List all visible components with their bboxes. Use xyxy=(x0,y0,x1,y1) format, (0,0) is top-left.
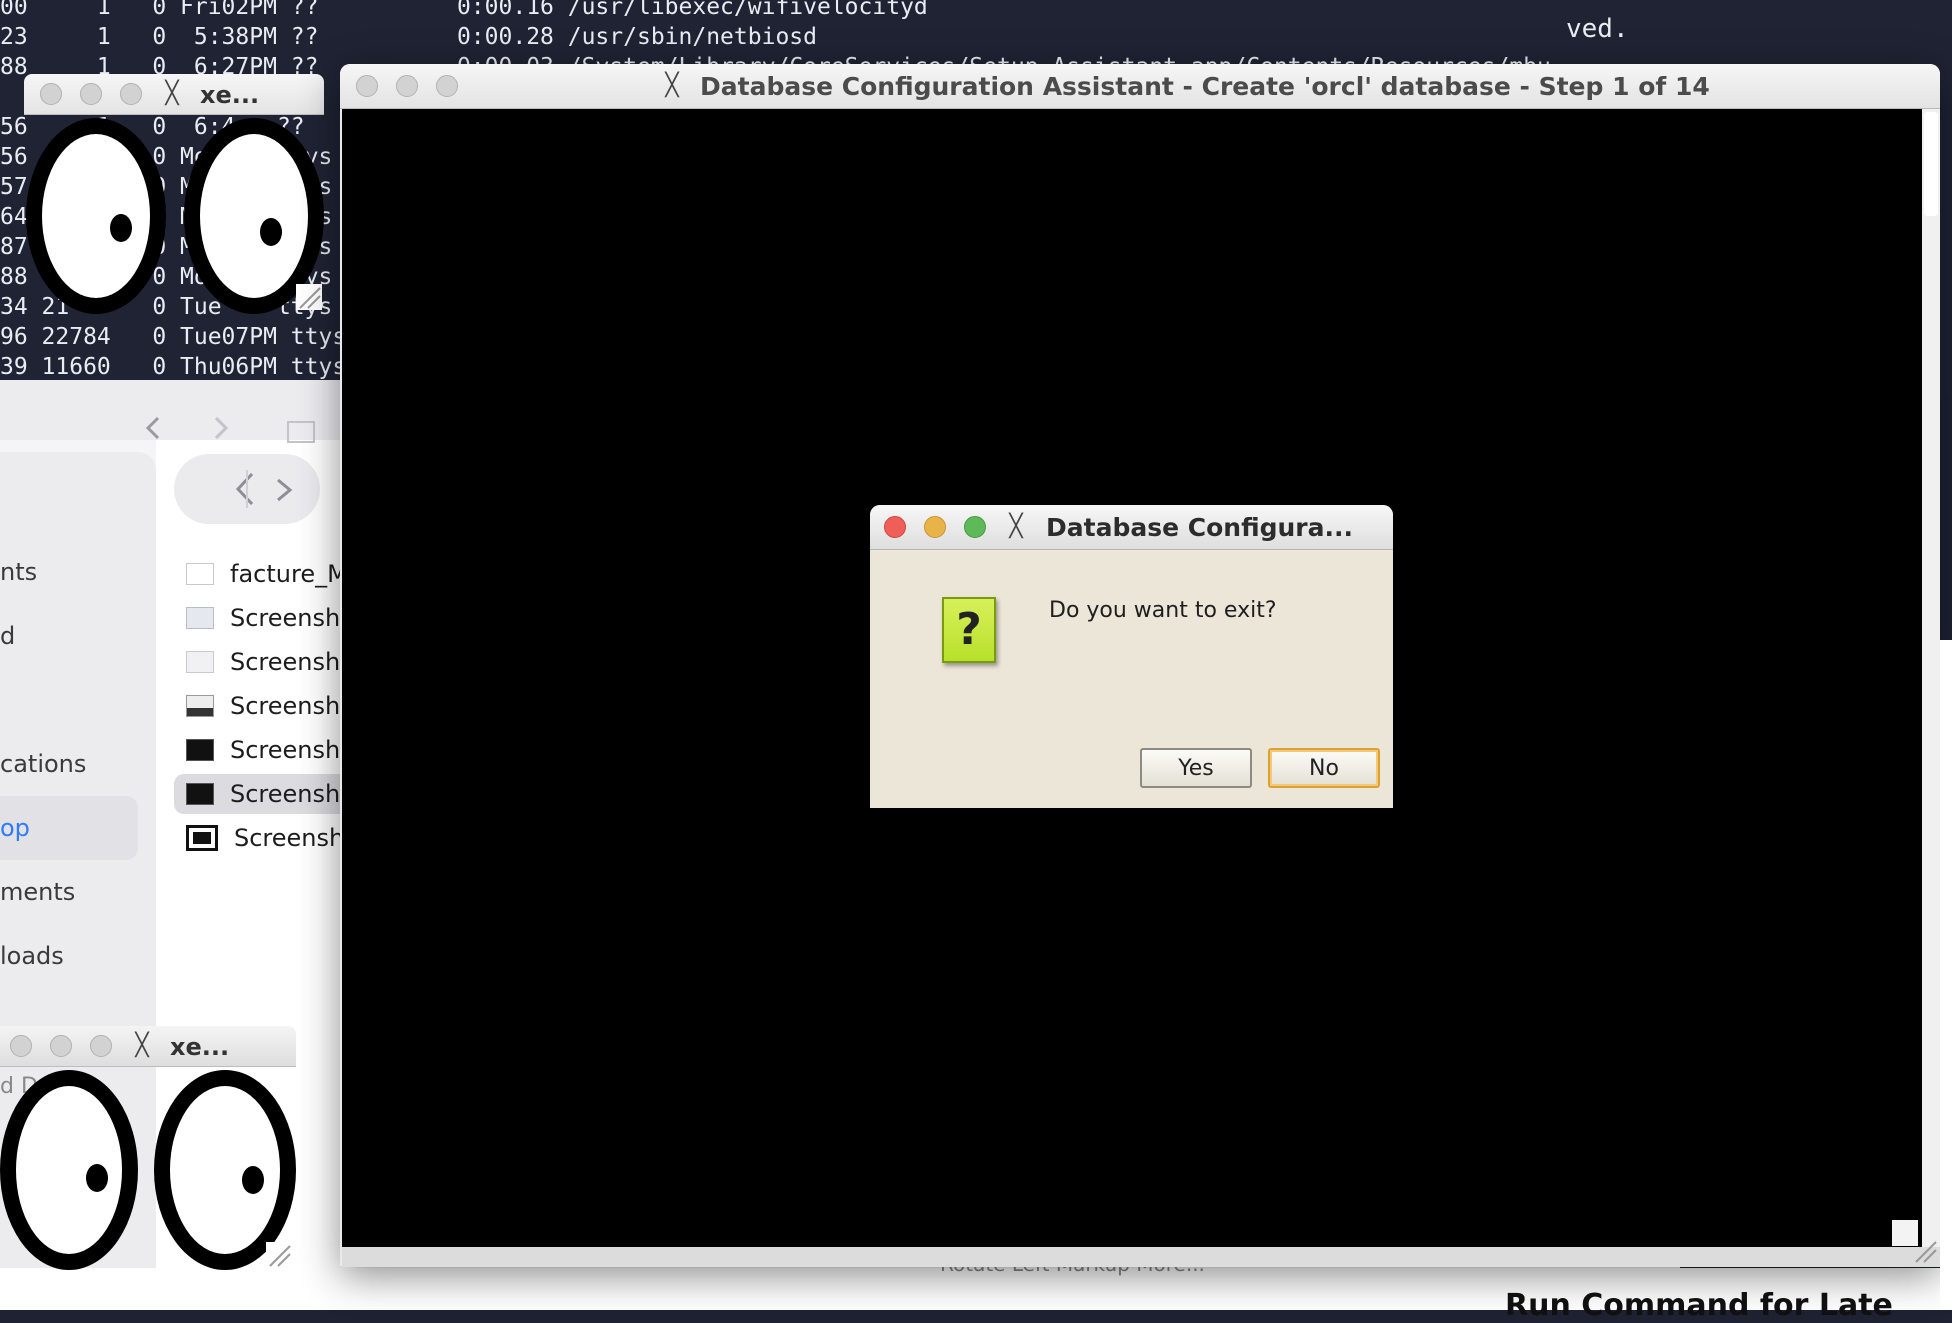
resize-grip-icon[interactable] xyxy=(266,1242,292,1268)
sidebar-item[interactable]: d xyxy=(0,622,15,650)
screenshot-file-icon xyxy=(186,607,214,629)
file-item[interactable]: Screensh xyxy=(186,598,366,638)
dbca-title: Database Configuration Assistant - Creat… xyxy=(700,72,1710,101)
file-item[interactable]: Screensh xyxy=(186,818,366,858)
dbca-bottom-bar xyxy=(342,1247,1940,1267)
back-button[interactable] xyxy=(204,470,244,510)
chevron-icons xyxy=(145,416,315,443)
yes-button[interactable]: Yes xyxy=(1140,748,1252,788)
file-name: Screensh xyxy=(230,604,341,632)
background-heading: Run Command for Late xyxy=(1505,1288,1893,1323)
sidebar-item[interactable]: loads xyxy=(0,942,64,970)
xeyes-title: xe... xyxy=(200,81,260,109)
question-icon: ? xyxy=(942,597,996,663)
no-button[interactable]: No xyxy=(1268,748,1380,788)
file-item-selected[interactable]: Screensh xyxy=(186,774,366,814)
xeyes-title: xe... xyxy=(170,1033,230,1061)
file-name: Screensh xyxy=(230,692,341,720)
window-resize-icon[interactable] xyxy=(1912,1238,1938,1264)
file-name: Screensh xyxy=(230,736,341,764)
scrollbar[interactable] xyxy=(1922,109,1940,1247)
sidebar-item[interactable]: cations xyxy=(0,750,86,778)
file-name: Screensh xyxy=(230,648,341,676)
close-button[interactable] xyxy=(10,1035,32,1057)
sidebar-item[interactable]: ments xyxy=(0,878,75,906)
file-name: Screensh xyxy=(234,824,345,852)
terminal-line: 00 1 0 Fri02PM ?? 0:00.16 /usr/libexec/w… xyxy=(0,0,928,20)
xeyes-window-bottom[interactable]: ╳ xe... xyxy=(0,1026,296,1270)
terminal-line: 96 22784 0 Tue07PM ttys xyxy=(0,324,347,350)
x11-logo-icon: ╳ xyxy=(135,1033,149,1058)
file-item[interactable]: Screensh xyxy=(186,730,366,770)
zoom-button[interactable] xyxy=(90,1035,112,1057)
screenshot-file-icon xyxy=(186,695,214,717)
xeyes-window-top[interactable]: ╳ xe... xyxy=(24,74,324,314)
minimize-button[interactable] xyxy=(80,83,102,105)
file-item[interactable]: Screensh xyxy=(186,686,366,726)
screenshot-file-icon xyxy=(186,783,214,805)
minimize-button[interactable] xyxy=(396,75,418,97)
dialog-message: Do you want to exit? xyxy=(1049,598,1277,623)
x11-logo-icon: ╳ xyxy=(665,73,679,98)
zoom-button[interactable] xyxy=(964,516,986,538)
sidebar-item[interactable]: nts xyxy=(0,558,37,586)
screenshot-file-icon xyxy=(186,825,218,851)
scrollbar-thumb[interactable] xyxy=(1924,112,1938,216)
dialog-title: Database Configura... xyxy=(1046,513,1353,542)
zoom-button[interactable] xyxy=(120,83,142,105)
terminal-text: ved. xyxy=(1566,14,1629,44)
minimize-button[interactable] xyxy=(924,516,946,538)
eye-left-icon xyxy=(26,118,166,314)
file-name: Screensh xyxy=(230,780,341,808)
file-item[interactable]: facture_M xyxy=(186,554,366,594)
background-window-edge xyxy=(1940,640,1952,1310)
terminal-line: 23 1 0 5:38PM ?? 0:00.28 /usr/sbin/netbi… xyxy=(0,24,817,50)
close-button[interactable] xyxy=(40,83,62,105)
sidebar-item-desktop[interactable]: op xyxy=(0,814,30,842)
close-button[interactable] xyxy=(356,75,378,97)
inactive-window-toolbar xyxy=(140,410,320,450)
resize-grip-icon[interactable] xyxy=(296,284,322,310)
terminal-line: 39 11660 0 Thu06PM ttys xyxy=(0,354,347,380)
pdf-file-icon xyxy=(186,563,214,585)
file-name: facture_M xyxy=(230,560,348,588)
screenshot-file-icon xyxy=(186,651,214,673)
x11-logo-icon: ╳ xyxy=(165,81,179,106)
zoom-button[interactable] xyxy=(436,75,458,97)
eye-right-icon xyxy=(154,1070,296,1270)
minimize-button[interactable] xyxy=(50,1035,72,1057)
screenshot-file-icon xyxy=(186,739,214,761)
eye-left-icon xyxy=(0,1070,138,1270)
close-button[interactable] xyxy=(884,516,906,538)
chevron-right-icon xyxy=(277,478,293,502)
x11-logo-icon: ╳ xyxy=(1009,514,1023,539)
forward-button[interactable] xyxy=(262,470,302,510)
file-item[interactable]: Screensh xyxy=(186,642,366,682)
